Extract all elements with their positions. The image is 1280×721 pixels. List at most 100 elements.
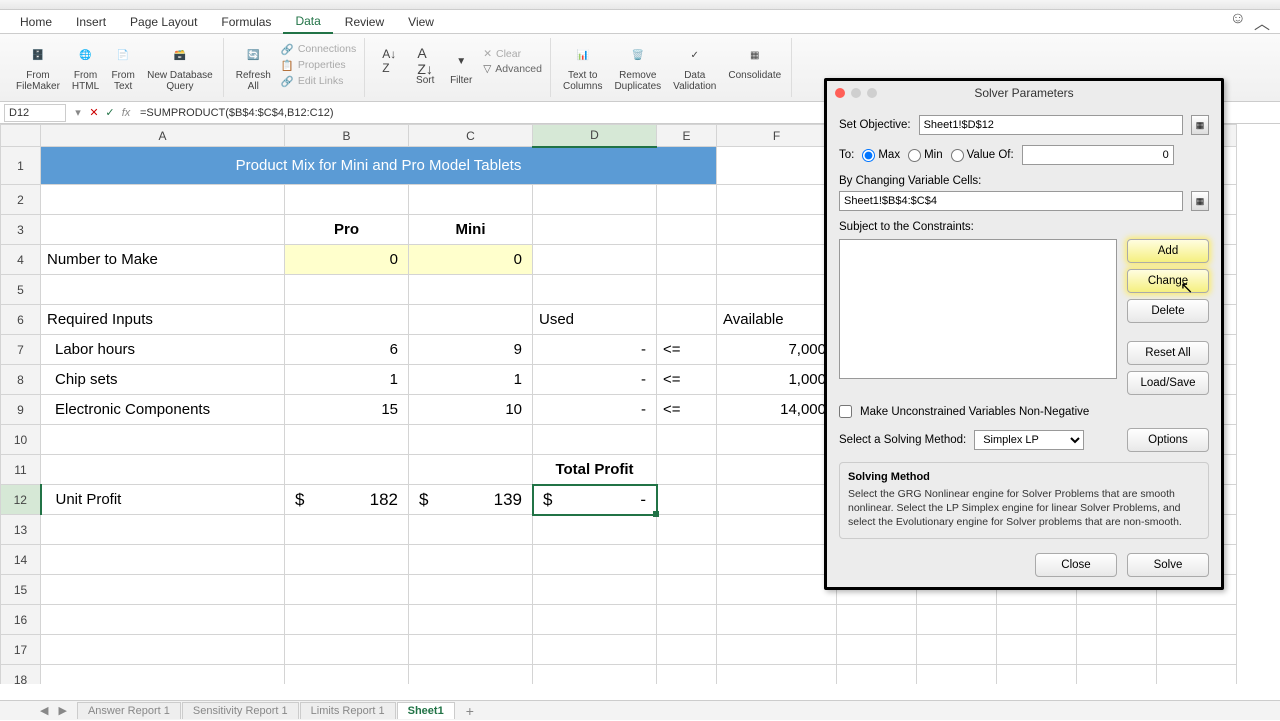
cell[interactable]: Required Inputs bbox=[41, 305, 285, 335]
cell[interactable]: - bbox=[533, 365, 657, 395]
sheet-tab[interactable]: Sheet1 bbox=[397, 702, 455, 719]
row-header[interactable]: 1 bbox=[1, 147, 41, 185]
col-header-C[interactable]: C bbox=[409, 125, 533, 147]
cell[interactable]: 14,000 bbox=[717, 395, 837, 425]
change-constraint-button[interactable]: Change bbox=[1127, 269, 1209, 293]
tab-view[interactable]: View bbox=[396, 11, 446, 33]
from-text-button[interactable]: 📄From Text bbox=[107, 42, 139, 94]
cancel-icon[interactable]: ✕ bbox=[86, 106, 102, 119]
range-picker-icon[interactable]: ▦ bbox=[1191, 191, 1209, 211]
accept-icon[interactable]: ✓ bbox=[102, 106, 118, 119]
row-header[interactable]: 12 bbox=[1, 485, 41, 515]
col-header-E[interactable]: E bbox=[657, 125, 717, 147]
solving-method-select[interactable]: Simplex LP bbox=[974, 430, 1084, 450]
tab-data[interactable]: Data bbox=[283, 10, 332, 34]
sheet-tab[interactable]: Answer Report 1 bbox=[77, 702, 181, 719]
from-html-button[interactable]: 🌐From HTML bbox=[68, 42, 103, 94]
range-picker-icon[interactable]: ▦ bbox=[1191, 115, 1209, 135]
row-header[interactable]: 17 bbox=[1, 635, 41, 665]
cell[interactable]: - bbox=[533, 395, 657, 425]
select-all-corner[interactable] bbox=[1, 125, 41, 147]
title-cell[interactable]: Product Mix for Mini and Pro Model Table… bbox=[41, 147, 717, 185]
consolidate-button[interactable]: ▦Consolidate bbox=[724, 42, 785, 94]
options-button[interactable]: Options bbox=[1127, 428, 1209, 452]
connections-button[interactable]: 🔗Connections bbox=[279, 42, 358, 57]
tab-review[interactable]: Review bbox=[333, 11, 396, 33]
cell[interactable]: 9 bbox=[409, 335, 533, 365]
sheet-tab[interactable]: Limits Report 1 bbox=[300, 702, 396, 719]
row-header[interactable]: 16 bbox=[1, 605, 41, 635]
cell[interactable]: Chip sets bbox=[41, 365, 285, 395]
row-header[interactable]: 14 bbox=[1, 545, 41, 575]
active-cell[interactable]: $- bbox=[533, 485, 657, 515]
tab-nav-prev[interactable]: ◀ bbox=[40, 704, 48, 717]
edit-links-button[interactable]: 🔗Edit Links bbox=[279, 74, 358, 89]
clear-button[interactable]: ✕Clear bbox=[481, 47, 544, 61]
solve-button[interactable]: Solve bbox=[1127, 553, 1209, 577]
sort-az-button[interactable]: A↓Z bbox=[373, 47, 405, 88]
cell[interactable]: Number to Make bbox=[41, 245, 285, 275]
row-header[interactable]: 15 bbox=[1, 575, 41, 605]
sort-button[interactable]: AZ↓Sort bbox=[409, 47, 441, 88]
cell[interactable]: Unit Profit bbox=[41, 485, 285, 515]
cell[interactable]: $139 bbox=[409, 485, 533, 515]
chevron-up-icon[interactable]: ︿ bbox=[1254, 10, 1270, 34]
objective-input[interactable] bbox=[919, 115, 1183, 135]
row-header[interactable]: 10 bbox=[1, 425, 41, 455]
cell[interactable]: Mini bbox=[409, 215, 533, 245]
add-constraint-button[interactable]: Add bbox=[1127, 239, 1209, 263]
properties-button[interactable]: 📋Properties bbox=[279, 58, 358, 73]
remove-duplicates-button[interactable]: 🗑️Remove Duplicates bbox=[610, 42, 665, 94]
cell[interactable]: 1 bbox=[285, 365, 409, 395]
dropdown-icon[interactable]: ▾ bbox=[70, 106, 86, 119]
cell[interactable]: Pro bbox=[285, 215, 409, 245]
tab-formulas[interactable]: Formulas bbox=[209, 11, 283, 33]
nonnegative-checkbox[interactable] bbox=[839, 405, 852, 418]
max-radio[interactable]: Max bbox=[862, 149, 900, 162]
cell[interactable]: Used bbox=[533, 305, 657, 335]
col-header-D[interactable]: D bbox=[533, 125, 657, 147]
sheet-tab[interactable]: Sensitivity Report 1 bbox=[182, 702, 299, 719]
col-header-A[interactable]: A bbox=[41, 125, 285, 147]
value-of-input[interactable] bbox=[1022, 145, 1174, 165]
tab-insert[interactable]: Insert bbox=[64, 11, 118, 33]
constraints-list[interactable] bbox=[839, 239, 1117, 379]
row-header[interactable]: 4 bbox=[1, 245, 41, 275]
min-radio[interactable]: Min bbox=[908, 149, 943, 162]
filter-button[interactable]: ▼Filter bbox=[445, 47, 477, 88]
cell[interactable]: 0 bbox=[409, 245, 533, 275]
col-header-F[interactable]: F bbox=[717, 125, 837, 147]
refresh-all-button[interactable]: 🔄Refresh All bbox=[232, 42, 275, 94]
cell[interactable]: Available bbox=[717, 305, 837, 335]
tab-page-layout[interactable]: Page Layout bbox=[118, 11, 209, 33]
advanced-button[interactable]: ▽Advanced bbox=[481, 62, 544, 76]
smiley-icon[interactable]: ☺ bbox=[1230, 10, 1246, 34]
cell[interactable]: 15 bbox=[285, 395, 409, 425]
delete-constraint-button[interactable]: Delete bbox=[1127, 299, 1209, 323]
row-header[interactable]: 11 bbox=[1, 455, 41, 485]
cell[interactable]: Labor hours bbox=[41, 335, 285, 365]
reset-all-button[interactable]: Reset All bbox=[1127, 341, 1209, 365]
cell[interactable]: 10 bbox=[409, 395, 533, 425]
row-header[interactable]: 2 bbox=[1, 185, 41, 215]
cell[interactable]: 0 bbox=[285, 245, 409, 275]
row-header[interactable]: 13 bbox=[1, 515, 41, 545]
from-filemaker-button[interactable]: 🗄️From FileMaker bbox=[12, 42, 64, 94]
cell[interactable]: 1,000 bbox=[717, 365, 837, 395]
row-header[interactable]: 8 bbox=[1, 365, 41, 395]
load-save-button[interactable]: Load/Save bbox=[1127, 371, 1209, 395]
cell[interactable]: $182 bbox=[285, 485, 409, 515]
value-of-radio[interactable]: Value Of: bbox=[951, 149, 1014, 162]
cell[interactable]: <= bbox=[657, 395, 717, 425]
changing-cells-input[interactable] bbox=[839, 191, 1183, 211]
cell[interactable]: - bbox=[533, 335, 657, 365]
tab-nav-next[interactable]: ▶ bbox=[58, 704, 66, 717]
cell[interactable]: 7,000 bbox=[717, 335, 837, 365]
row-header[interactable]: 9 bbox=[1, 395, 41, 425]
row-header[interactable]: 3 bbox=[1, 215, 41, 245]
name-box[interactable] bbox=[4, 104, 66, 122]
cell[interactable]: 6 bbox=[285, 335, 409, 365]
add-sheet-button[interactable]: + bbox=[456, 701, 484, 721]
close-button[interactable]: Close bbox=[1035, 553, 1117, 577]
new-db-query-button[interactable]: 🗃️New Database Query bbox=[143, 42, 217, 94]
